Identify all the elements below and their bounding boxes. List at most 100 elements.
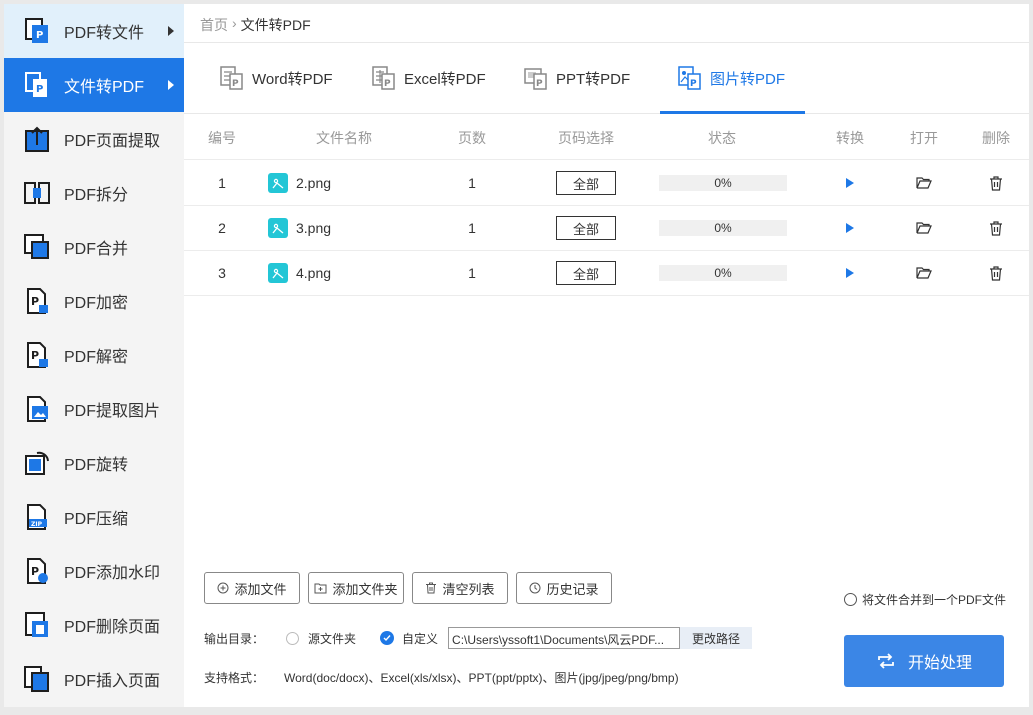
check-circle-icon[interactable]	[380, 631, 395, 645]
sidebar-item-delete-page[interactable]: PDF删除页面	[4, 598, 184, 652]
sidebar-item-watermark[interactable]: P PDF添加水印	[4, 544, 184, 598]
row-pages: 1	[468, 265, 476, 281]
tab-label: PPT转PDF	[556, 70, 631, 88]
page-extract-icon	[22, 124, 52, 154]
watermark-icon: P	[22, 556, 52, 586]
svg-text:P: P	[232, 79, 239, 89]
tab-image-to-pdf[interactable]: P 图片转PDF	[659, 43, 806, 114]
sidebar-item-insert-page[interactable]: PDF插入页面	[4, 652, 184, 706]
trash-icon[interactable]	[989, 220, 1003, 236]
sidebar-item-merge[interactable]: PDF合并	[4, 220, 184, 274]
row-filename: 3.png	[268, 206, 428, 250]
header-filename: 文件名称	[316, 129, 372, 146]
ppt-doc-icon: P	[522, 64, 550, 92]
change-path-button[interactable]: 更改路径	[680, 627, 753, 649]
repeat-icon	[876, 652, 896, 670]
source-folder-option[interactable]: 源文件夹	[286, 630, 356, 647]
add-file-button[interactable]: 添加文件	[204, 572, 300, 604]
pdf-to-file-icon: P	[22, 16, 52, 46]
output-path-field[interactable]: C:\Users\yssoft1\Documents\风云PDF...	[448, 627, 681, 649]
supported-formats: 支持格式： Word(doc/docx)、Excel(xls/xlsx)、PPT…	[204, 669, 679, 686]
folder-open-icon[interactable]	[916, 266, 932, 280]
play-icon[interactable]	[846, 178, 854, 188]
button-label: 历史记录	[546, 581, 599, 597]
sidebar-item-label: PDF合并	[64, 241, 129, 258]
row-open	[904, 161, 944, 205]
folder-open-icon[interactable]	[916, 176, 932, 190]
custom-option[interactable]: 自定义	[380, 630, 438, 647]
breadcrumb-home[interactable]: 首页	[200, 15, 228, 35]
start-processing-button[interactable]: 开始处理	[844, 635, 1004, 687]
breadcrumb-separator: ›	[232, 15, 237, 31]
trash-icon[interactable]	[989, 265, 1003, 281]
sidebar-item-compress[interactable]: ZIP PDF压缩	[4, 490, 184, 544]
merge-option[interactable]: 将文件合并到一个PDF文件	[844, 591, 1006, 608]
row-convert	[830, 206, 870, 250]
app-window: P PDF转文件 P 文件转PDF PDF页面提取 PDF拆分 PDF合并 P …	[4, 4, 1029, 707]
table-row: 1 2.png 1 全部 0%	[184, 161, 1029, 206]
history-button[interactable]: 历史记录	[516, 572, 612, 604]
merge-label: 将文件合并到一个PDF文件	[862, 593, 1007, 607]
file-name: 4.png	[296, 265, 332, 281]
output-label: 输出目录：	[204, 631, 265, 646]
folder-plus-icon	[314, 582, 327, 594]
page-select-button[interactable]: 全部	[556, 171, 616, 195]
row-delete	[976, 251, 1016, 295]
file-to-pdf-icon: P	[22, 70, 52, 100]
header-delete: 删除	[982, 129, 1010, 146]
page-select-button[interactable]: 全部	[556, 216, 616, 240]
folder-open-icon[interactable]	[916, 221, 932, 235]
sidebar-item-extract-image[interactable]: PDF提取图片	[4, 382, 184, 436]
svg-text:ZIP: ZIP	[31, 521, 43, 528]
page-select-button[interactable]: 全部	[556, 261, 616, 285]
chevron-right-icon	[168, 26, 174, 36]
header-status: 状态	[708, 129, 736, 146]
progress-bar: 0%	[659, 265, 787, 281]
row-pages: 1	[468, 220, 476, 236]
sidebar-item-encrypt[interactable]: P PDF加密	[4, 274, 184, 328]
merge-radio[interactable]	[844, 593, 857, 606]
image-file-icon	[268, 173, 288, 193]
image-file-icon	[268, 263, 288, 283]
insert-page-icon	[22, 664, 52, 694]
trash-icon[interactable]	[989, 175, 1003, 191]
progress-bar: 0%	[659, 175, 787, 191]
sidebar-item-pdf-to-file[interactable]: P PDF转文件	[4, 4, 184, 58]
row-filename: 2.png	[268, 161, 428, 205]
header-open: 打开	[910, 129, 938, 146]
sidebar-item-label: PDF转文件	[64, 25, 145, 42]
header-page-select: 页码选择	[558, 129, 614, 146]
row-status: 0%	[658, 206, 788, 250]
sidebar-item-label: PDF插入页面	[64, 673, 161, 690]
sidebar-item-split[interactable]: PDF拆分	[4, 166, 184, 220]
row-convert	[830, 251, 870, 295]
merge-icon	[22, 232, 52, 262]
header-pages: 页数	[458, 129, 486, 146]
sidebar-item-label: PDF页面提取	[64, 133, 161, 150]
sidebar-item-label: PDF添加水印	[64, 565, 161, 582]
tab-ppt-to-pdf[interactable]: P PPT转PDF	[522, 43, 630, 113]
sidebar-item-file-to-pdf[interactable]: P 文件转PDF	[4, 58, 184, 112]
excel-doc-icon: P	[370, 64, 398, 92]
lock-icon: P	[22, 286, 52, 316]
row-page-select: 全部	[546, 161, 626, 205]
image-doc-icon: P	[676, 64, 704, 92]
clock-icon	[529, 582, 541, 594]
tab-excel-to-pdf[interactable]: P Excel转PDF	[370, 43, 486, 113]
sidebar-item-label: PDF删除页面	[64, 619, 161, 636]
tab-word-to-pdf[interactable]: P Word转PDF	[218, 43, 333, 113]
svg-text:P: P	[690, 79, 697, 89]
sidebar-item-page-extract[interactable]: PDF页面提取	[4, 112, 184, 166]
source-folder-radio[interactable]	[286, 631, 300, 645]
output-directory-row: 输出目录： 源文件夹 自定义 C:\Users\yssoft1\Document…	[204, 627, 753, 649]
play-icon[interactable]	[846, 223, 854, 233]
clear-list-button[interactable]: 清空列表	[412, 572, 508, 604]
svg-text:P: P	[31, 349, 39, 362]
play-icon[interactable]	[846, 268, 854, 278]
file-name: 2.png	[296, 175, 332, 191]
add-folder-button[interactable]: 添加文件夹	[308, 572, 404, 604]
sidebar-item-label: 文件转PDF	[64, 79, 145, 96]
sidebar-item-rotate[interactable]: PDF旋转	[4, 436, 184, 490]
svg-text:P: P	[384, 79, 391, 89]
sidebar-item-decrypt[interactable]: P PDF解密	[4, 328, 184, 382]
